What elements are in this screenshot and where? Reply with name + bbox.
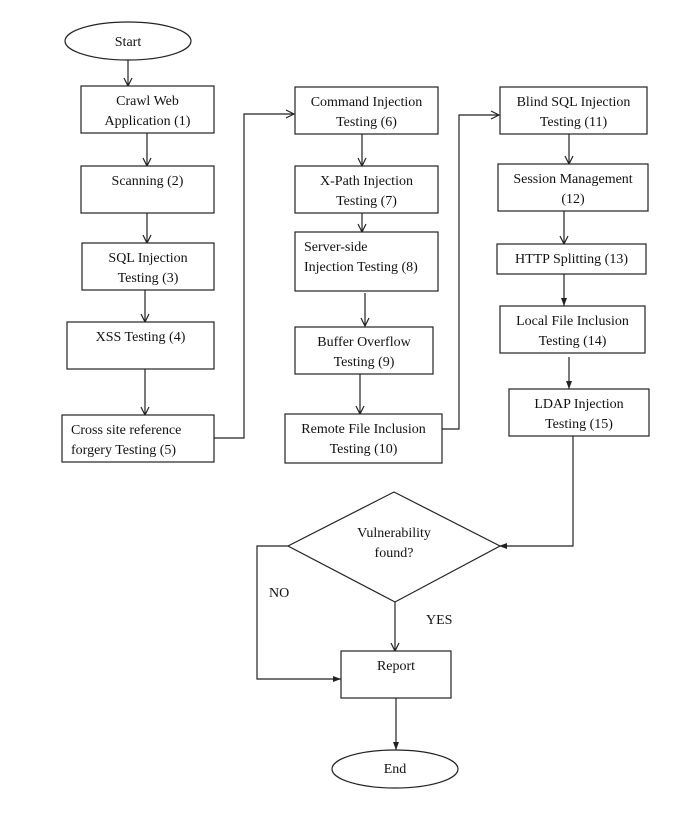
step-box-2: Scanning (2) [80, 165, 215, 214]
step-label: Command Injection [311, 95, 423, 110]
decision-label-line1: Vulnerability [357, 526, 431, 541]
step-label: Testing (15) [545, 417, 613, 432]
step-label: Local File Inclusion [516, 314, 629, 329]
end-label: End [384, 762, 407, 777]
flowchart: Start Crawl Web Application (1) Scanning (… [61, 21, 650, 789]
step-box-15: LDAP Injection Testing (15) [508, 388, 650, 437]
step-box-7: X-Path Injection Testing (7) [294, 165, 439, 214]
step-label: XSS Testing (4) [96, 330, 186, 345]
step-label: Testing (6) [336, 115, 397, 130]
step-label: HTTP Splitting (13) [515, 252, 628, 267]
step-box-4: XSS Testing (4) [66, 321, 215, 370]
step-label: Blind SQL Injection [517, 95, 631, 110]
start-label: Start [115, 35, 142, 50]
arrow-5-6 [214, 114, 294, 439]
step-label: Application (1) [105, 114, 191, 129]
step-box-14: Local File Inclusion Testing (14) [499, 305, 646, 354]
step-label: Scanning (2) [112, 174, 184, 189]
step-label: Injection Testing (8) [304, 260, 418, 275]
step-label: Remote File Inclusion [301, 422, 425, 437]
step-box-1: Crawl Web Application (1) [80, 85, 215, 134]
step-label: Cross site reference [71, 423, 181, 438]
decision-vulnerability-found: Vulnerability found? [286, 491, 502, 603]
step-label: forgery Testing (5) [71, 443, 176, 458]
step-box-11: Blind SQL Injection Testing (11) [499, 86, 648, 135]
step-box-13: HTTP Splitting (13) [496, 243, 647, 275]
step-label: (12) [561, 192, 585, 207]
decision-label-line2: found? [375, 546, 414, 561]
no-label: NO [269, 586, 289, 601]
step-box-6: Command Injection Testing (6) [294, 86, 439, 135]
step-label: Testing (11) [540, 115, 608, 130]
step-label: Testing (7) [336, 194, 397, 209]
arrow-15-decision [499, 436, 574, 549]
arrow-10-11 [442, 115, 499, 430]
end-terminal: End [331, 749, 459, 789]
step-box-10: Remote File Inclusion Testing (10) [284, 413, 443, 464]
report-label: Report [377, 659, 415, 674]
step-label: LDAP Injection [534, 397, 623, 412]
step-label: Buffer Overflow [317, 335, 411, 350]
step-label: Server-side [304, 240, 367, 255]
step-box-12: Session Management (12) [497, 163, 649, 212]
step-box-8: Server-side Injection Testing (8) [294, 231, 439, 292]
report-box: Report [340, 650, 452, 699]
start-terminal: Start [64, 21, 192, 61]
step-label: Testing (10) [330, 442, 398, 457]
step-label: Crawl Web [116, 94, 179, 109]
step-box-9: Buffer Overflow Testing (9) [294, 326, 434, 375]
step-label: Testing (9) [334, 355, 395, 370]
step-label: Testing (14) [539, 334, 607, 349]
step-label: Session Management [513, 172, 632, 187]
step-label: Testing (3) [118, 271, 179, 286]
yes-label: YES [426, 613, 452, 628]
step-box-3: SQL Injection Testing (3) [81, 242, 215, 291]
step-label: SQL Injection [108, 251, 187, 266]
step-label: X-Path Injection [320, 174, 413, 189]
step-box-5: Cross site reference forgery Testing (5) [61, 414, 215, 463]
